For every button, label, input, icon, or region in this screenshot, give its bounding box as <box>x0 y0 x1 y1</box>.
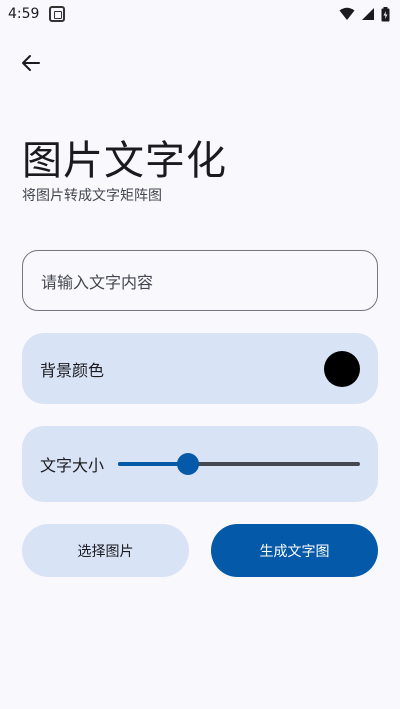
text-content-input[interactable]: 请输入文字内容 <box>22 250 378 311</box>
text-content-placeholder: 请输入文字内容 <box>41 272 154 292</box>
status-time: 4:59 <box>8 6 40 22</box>
background-color-card[interactable]: 背景颜色 <box>22 333 378 404</box>
slider-thumb[interactable] <box>177 453 200 475</box>
page-title: 图片文字化 <box>22 138 227 184</box>
select-image-button[interactable]: 选择图片 <box>22 524 189 577</box>
signal-icon <box>362 8 374 20</box>
text-size-slider[interactable] <box>118 450 360 478</box>
page-subtitle: 将图片转成文字矩阵图 <box>22 188 162 204</box>
status-icons <box>339 6 390 22</box>
screen: 4:59 图片文字化 将图片转成文字矩阵图 请输入文字内容 背景颜色 文字大小 … <box>0 0 400 709</box>
wifi-icon <box>339 7 355 20</box>
arrow-back-icon <box>22 55 40 71</box>
back-button[interactable] <box>14 46 48 80</box>
text-size-card: 文字大小 <box>22 426 378 502</box>
text-size-label: 文字大小 <box>40 456 105 475</box>
background-color-swatch[interactable] <box>324 350 360 387</box>
battery-icon <box>381 6 390 21</box>
status-bar: 4:59 <box>0 0 400 28</box>
app-notification-icon <box>49 6 66 22</box>
background-color-label: 背景颜色 <box>40 360 105 380</box>
generate-text-image-button[interactable]: 生成文字图 <box>211 524 378 577</box>
